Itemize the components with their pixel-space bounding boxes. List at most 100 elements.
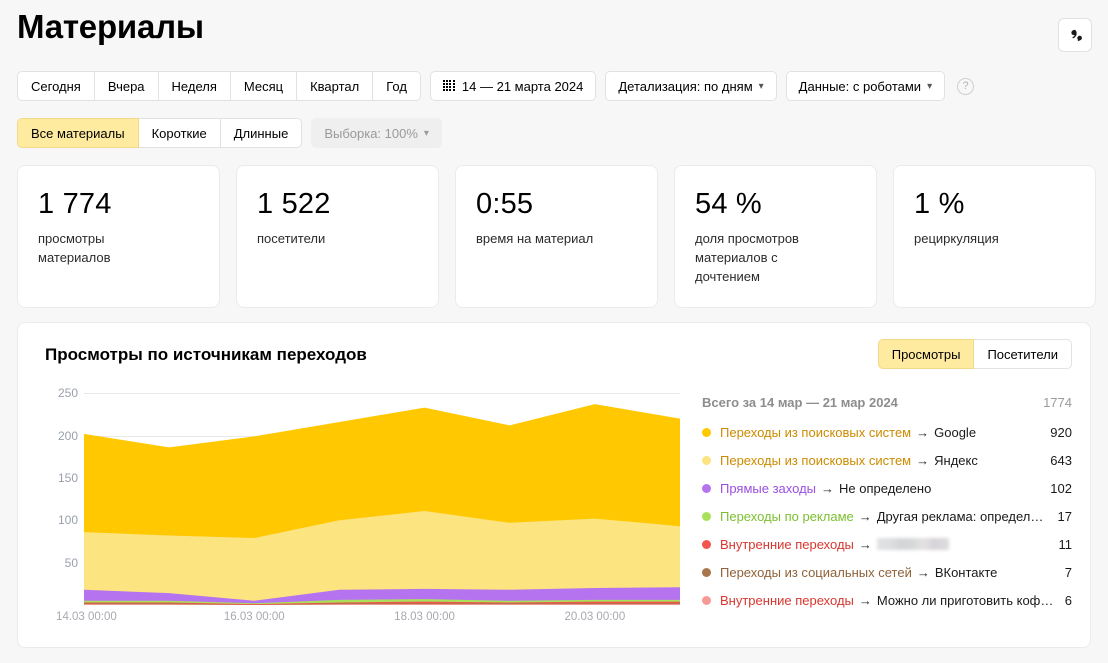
kpi-label: время на материал <box>476 231 594 246</box>
chart-tab-views[interactable]: Просмотры <box>877 339 975 369</box>
period-tab-today[interactable]: Сегодня <box>17 71 95 101</box>
legend-value: 6 <box>1064 592 1072 608</box>
y-axis-tick: 50 <box>64 555 78 570</box>
chevron-down-icon: ▾ <box>927 80 933 92</box>
page-root: Материалы Сегодня Вчера Неделя Месяц Ква… <box>0 0 1108 663</box>
legend-row[interactable]: Переходы по рекламе → Другая реклама: опре… <box>702 502 1072 530</box>
material-tab-all[interactable]: Все материалы <box>17 118 139 148</box>
kpi-value: 1 522 <box>257 188 331 220</box>
legend-source-label: Внутренние переходы <box>720 592 854 608</box>
help-icon[interactable]: ? <box>957 77 975 95</box>
kpi-card-views: 1 774 просмотры материалов <box>17 165 220 308</box>
y-axis-tick: 100 <box>57 513 78 528</box>
legend-row[interactable]: Прямые заходы → Не определено 102 <box>702 474 1072 502</box>
legend-value: 643 <box>1050 452 1072 468</box>
legend-header-label: Всего за 14 мар — 21 мар 2024 <box>702 395 898 410</box>
x-axis-labels: 14.03 00:00 16.03 00:00 18.03 00:00 20.03 0… <box>56 611 680 629</box>
period-tab-week[interactable]: Неделя <box>157 71 231 101</box>
kpi-label: рециркуляция <box>914 231 999 246</box>
date-range-label: 14 — 21 марта 2024 <box>461 78 584 94</box>
legend-arrow: → <box>858 508 872 524</box>
date-range-picker[interactable]: 14 — 21 марта 2024 <box>429 71 597 101</box>
period-toolbar: Сегодня Вчера Неделя Месяц Квартал Год 1… <box>17 71 975 101</box>
area-series <box>84 604 680 605</box>
material-toolbar: Все материалы Короткие Длинные Выборка: … <box>17 118 442 148</box>
chart-canvas <box>84 383 680 605</box>
x-axis-tick: 14.03 00:00 <box>56 611 117 623</box>
chart-plot-area: 50 100 150 200 250 14.03 00:00 16.03 00:00 18.… <box>40 383 680 631</box>
legend-arrow: → <box>916 564 930 580</box>
legend-dest-label: Другая реклама: определе… <box>876 508 1048 524</box>
period-tab-yesterday[interactable]: Вчера <box>93 71 159 101</box>
period-tab-quarter[interactable]: Квартал <box>296 71 374 101</box>
legend-row[interactable]: Переходы из поисковых систем → Яндекс 643 <box>702 446 1072 474</box>
chart-tab-visitors[interactable]: Посетители <box>973 339 1072 369</box>
legend-color-dot <box>702 539 711 549</box>
quote-icon <box>1070 29 1082 41</box>
legend-header-total: 1774 <box>1043 395 1072 410</box>
legend-source-label: Переходы из поисковых систем <box>720 452 912 468</box>
x-axis-tick: 18.03 00:00 <box>394 611 455 623</box>
legend-row[interactable]: Переходы из поисковых систем → Google 920 <box>702 418 1072 446</box>
legend-dest-label: Можно ли приготовить кофе… <box>876 592 1055 608</box>
legend-arrow: → <box>916 424 930 440</box>
detail-level-label: Детализация: по дням <box>618 78 753 94</box>
kpi-value: 0:55 <box>476 188 534 220</box>
legend-arrow: → <box>821 480 835 496</box>
y-axis-tick: 250 <box>57 386 78 401</box>
legend-row[interactable]: Переходы из социальных сетей → ВКонтакте 7 <box>702 558 1072 586</box>
chart-title: Просмотры по источникам переходов <box>45 345 367 364</box>
chart-metric-toggle: Просмотры Посетители <box>877 339 1072 369</box>
x-axis-tick: 20.03 00:00 <box>564 611 626 623</box>
legend-arrow: → <box>858 592 872 608</box>
sampling-label: Выборка: 100% <box>324 125 418 141</box>
chevron-down-icon: ▾ <box>758 80 764 92</box>
page-title: Материалы <box>17 8 204 45</box>
chevron-down-icon: ▾ <box>423 127 429 139</box>
legend-arrow: → <box>916 452 930 468</box>
sampling-select[interactable]: Выборка: 100% ▾ <box>311 118 442 148</box>
legend-color-dot <box>702 567 711 577</box>
period-tab-year[interactable]: Год <box>372 71 421 101</box>
chart-legend: Всего за 14 мар — 21 мар 2024 1774 Перех… <box>702 395 1072 614</box>
kpi-value: 1 774 <box>38 188 112 220</box>
legend-header: Всего за 14 мар — 21 мар 2024 1774 <box>702 395 1072 418</box>
chart-card: Просмотры по источникам переходов Просмо… <box>17 322 1091 648</box>
legend-color-dot <box>702 455 711 465</box>
kpi-card-time-on-material: 0:55 время на материал <box>455 165 658 308</box>
legend-value: 7 <box>1064 564 1072 580</box>
kpi-label: доля просмотров материалов с дочтением <box>695 231 799 284</box>
legend-source-label: Переходы по рекламе <box>720 508 854 524</box>
legend-source-label: Внутренние переходы <box>720 536 854 552</box>
legend-row[interactable]: Внутренние переходы → Можно ли приготовить… <box>702 586 1072 614</box>
kpi-card-recirculation: 1 % рециркуляция <box>893 165 1096 308</box>
legend-color-dot <box>702 511 711 521</box>
stacked-area-svg <box>84 404 680 605</box>
material-tab-group: Все материалы Короткие Длинные <box>17 118 303 148</box>
legend-dest-label: Яндекс <box>934 452 978 468</box>
x-axis-tick: 16.03 00:00 <box>223 611 285 623</box>
detail-level-select[interactable]: Детализация: по дням ▾ <box>605 71 777 101</box>
legend-dest-label: ВКонтакте <box>934 564 998 580</box>
kpi-card-read-through: 54 % доля просмотров материалов с дочтен… <box>674 165 877 308</box>
kpi-row: 1 774 просмотры материалов 1 522 посетит… <box>17 165 1096 308</box>
legend-dest-redacted <box>876 538 949 550</box>
y-axis-tick: 150 <box>57 470 78 485</box>
legend-value: 11 <box>1058 536 1073 552</box>
legend-color-dot <box>702 483 711 493</box>
legend-dest-label: Не определено <box>839 480 932 496</box>
quote-feedback-button[interactable] <box>1058 18 1092 52</box>
legend-row[interactable]: Внутренние переходы → 11 <box>702 530 1072 558</box>
legend-source-label: Переходы из поисковых систем <box>720 424 912 440</box>
period-tab-month[interactable]: Месяц <box>229 71 298 101</box>
legend-source-label: Переходы из социальных сетей <box>720 564 912 580</box>
material-tab-short[interactable]: Короткие <box>137 118 221 148</box>
legend-dest-label: Google <box>934 424 977 440</box>
legend-source-label: Прямые заходы <box>720 480 817 496</box>
data-source-label: Данные: с роботами <box>798 78 922 94</box>
period-tab-group: Сегодня Вчера Неделя Месяц Квартал Год <box>17 71 421 101</box>
data-source-select[interactable]: Данные: с роботами ▾ <box>785 71 946 101</box>
y-axis-labels: 50 100 150 200 250 <box>40 383 78 605</box>
legend-rows: Переходы из поисковых систем → Google 920 Пе… <box>702 418 1072 614</box>
material-tab-long[interactable]: Длинные <box>219 118 303 148</box>
